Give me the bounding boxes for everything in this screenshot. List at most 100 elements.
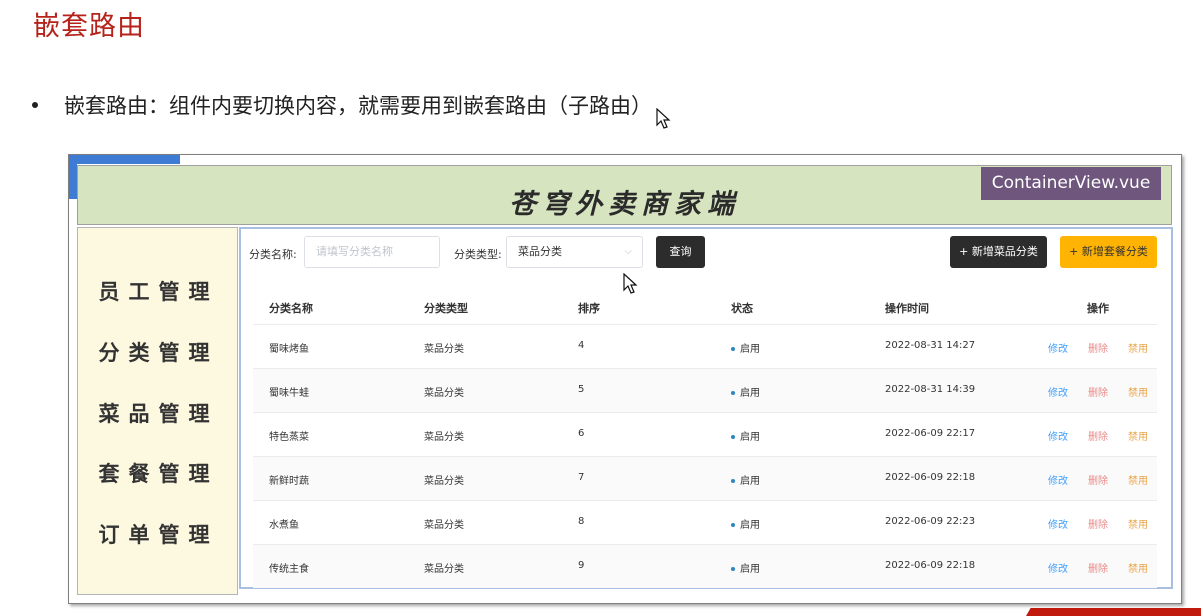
delete-link[interactable]: 删除 (1088, 340, 1108, 355)
category-type-value: 菜品分类 (518, 245, 562, 258)
table-header: 分类名称 分类类型 排序 状态 操作时间 操作 (241, 292, 1171, 324)
table-row: 蜀味烤鱼 菜品分类 4 启用 2022-08-31 14:27 修改 删除 禁用 (253, 324, 1157, 368)
sidebar-item-dish[interactable]: 菜品管理 (78, 398, 239, 428)
cell-type: 菜品分类 (424, 520, 464, 531)
column-header-sort: 排序 (578, 302, 600, 315)
mouse-cursor-icon (656, 108, 671, 129)
cell-sort: 6 (578, 428, 585, 439)
status-text: 启用 (740, 476, 760, 487)
delete-link[interactable]: 删除 (1088, 472, 1108, 487)
blue-side-decoration (69, 155, 77, 199)
cell-time: 2022-06-09 22:18 (885, 472, 976, 483)
app-header: 苍穹外卖商家端 ContainerView.vue (77, 165, 1172, 225)
cell-name: 蜀味烤鱼 (269, 344, 309, 355)
disable-link[interactable]: 禁用 (1128, 428, 1148, 443)
cell-status: 启用 (731, 340, 760, 355)
cell-status: 启用 (731, 472, 760, 487)
table-row: 水煮鱼 菜品分类 8 启用 2022-06-09 22:23 修改 删除 禁用 (253, 500, 1157, 544)
cell-type: 菜品分类 (424, 344, 464, 355)
cell-status: 启用 (731, 384, 760, 399)
app-screenshot-frame: 苍穹外卖商家端 ContainerView.vue 员工管理 分类管理 菜品管理… (68, 154, 1182, 604)
delete-link[interactable]: 删除 (1088, 384, 1108, 399)
edit-link[interactable]: 修改 (1048, 516, 1068, 531)
sidebar: 员工管理 分类管理 菜品管理 套餐管理 订单管理 (77, 227, 238, 595)
status-dot-icon (731, 567, 735, 571)
disable-link[interactable]: 禁用 (1128, 516, 1148, 531)
cell-time: 2022-08-31 14:39 (885, 384, 976, 395)
slide-title: 嵌套路由 (33, 11, 145, 42)
cell-name: 特色蒸菜 (269, 432, 309, 443)
status-dot-icon (731, 479, 735, 483)
add-setmeal-category-button[interactable]: + 新增套餐分类 (1060, 236, 1157, 268)
disable-link[interactable]: 禁用 (1128, 384, 1148, 399)
red-corner-decoration (1026, 608, 1201, 616)
cell-sort: 5 (578, 384, 585, 395)
chevron-down-icon: ⌵ (624, 246, 632, 257)
status-dot-icon (731, 347, 735, 351)
cell-type: 菜品分类 (424, 564, 464, 575)
cell-time: 2022-06-09 22:17 (885, 428, 976, 439)
table-row: 传统主食 菜品分类 9 启用 2022-06-09 22:18 修改 删除 禁用 (253, 544, 1157, 588)
sidebar-item-category[interactable]: 分类管理 (78, 337, 239, 367)
disable-link[interactable]: 禁用 (1128, 340, 1148, 355)
edit-link[interactable]: 修改 (1048, 428, 1068, 443)
cell-name: 新鲜时蔬 (269, 476, 309, 487)
disable-link[interactable]: 禁用 (1128, 560, 1148, 575)
query-button[interactable]: 查询 (656, 236, 705, 268)
cell-sort: 8 (578, 516, 585, 527)
column-header-time: 操作时间 (885, 302, 929, 315)
category-type-select[interactable]: 菜品分类 ⌵ (506, 236, 643, 268)
cell-type: 菜品分类 (424, 388, 464, 399)
column-header-status: 状态 (731, 302, 753, 315)
column-header-name: 分类名称 (269, 302, 313, 315)
cell-time: 2022-06-09 22:23 (885, 516, 976, 527)
category-content: 分类名称: 请填写分类名称 分类类型: 菜品分类 ⌵ 查询 + 新增菜品分类 +… (239, 227, 1173, 589)
cell-type: 菜品分类 (424, 476, 464, 487)
status-dot-icon (731, 523, 735, 527)
table-row: 新鲜时蔬 菜品分类 7 启用 2022-06-09 22:18 修改 删除 禁用 (253, 456, 1157, 500)
cell-name: 水煮鱼 (269, 520, 299, 531)
status-text: 启用 (740, 388, 760, 399)
status-text: 启用 (740, 564, 760, 575)
bullet-text: 嵌套路由：组件内要切换内容，就需要用到嵌套路由（子路由） (64, 94, 652, 118)
edit-link[interactable]: 修改 (1048, 340, 1068, 355)
container-view-badge: ContainerView.vue (981, 167, 1161, 200)
delete-link[interactable]: 删除 (1088, 560, 1108, 575)
edit-link[interactable]: 修改 (1048, 472, 1068, 487)
table-row: 特色蒸菜 菜品分类 6 启用 2022-06-09 22:17 修改 删除 禁用 (253, 412, 1157, 456)
sidebar-item-order[interactable]: 订单管理 (78, 519, 239, 549)
category-type-label: 分类类型: (454, 248, 502, 261)
delete-link[interactable]: 删除 (1088, 516, 1108, 531)
cell-type: 菜品分类 (424, 432, 464, 443)
cell-name: 传统主食 (269, 564, 309, 575)
edit-link[interactable]: 修改 (1048, 560, 1068, 575)
sidebar-item-employee[interactable]: 员工管理 (78, 276, 239, 306)
cell-time: 2022-06-09 22:18 (885, 560, 976, 571)
sidebar-item-setmeal[interactable]: 套餐管理 (78, 458, 239, 488)
cell-time: 2022-08-31 14:27 (885, 340, 976, 351)
category-name-label: 分类名称: (249, 248, 297, 261)
bullet-dot-icon (32, 102, 38, 108)
slide: 嵌套路由 嵌套路由：组件内要切换内容，就需要用到嵌套路由（子路由） 苍穹外卖商家… (0, 0, 1201, 616)
status-text: 启用 (740, 344, 760, 355)
column-header-ops: 操作 (1087, 302, 1109, 315)
category-name-input[interactable]: 请填写分类名称 (304, 236, 440, 268)
status-text: 启用 (740, 432, 760, 443)
cell-status: 启用 (731, 428, 760, 443)
table-row: 蜀味牛蛙 菜品分类 5 启用 2022-08-31 14:39 修改 删除 禁用 (253, 368, 1157, 412)
cell-sort: 9 (578, 560, 585, 571)
cell-sort: 4 (578, 340, 585, 351)
disable-link[interactable]: 禁用 (1128, 472, 1148, 487)
status-dot-icon (731, 391, 735, 395)
cell-status: 启用 (731, 560, 760, 575)
column-header-type: 分类类型 (424, 302, 468, 315)
status-dot-icon (731, 435, 735, 439)
cell-status: 启用 (731, 516, 760, 531)
cell-sort: 7 (578, 472, 585, 483)
add-dish-category-button[interactable]: + 新增菜品分类 (950, 236, 1047, 268)
cell-name: 蜀味牛蛙 (269, 388, 309, 399)
delete-link[interactable]: 删除 (1088, 428, 1108, 443)
bullet-point: 嵌套路由：组件内要切换内容，就需要用到嵌套路由（子路由） (32, 90, 652, 120)
edit-link[interactable]: 修改 (1048, 384, 1068, 399)
blue-tab-decoration (69, 155, 180, 164)
